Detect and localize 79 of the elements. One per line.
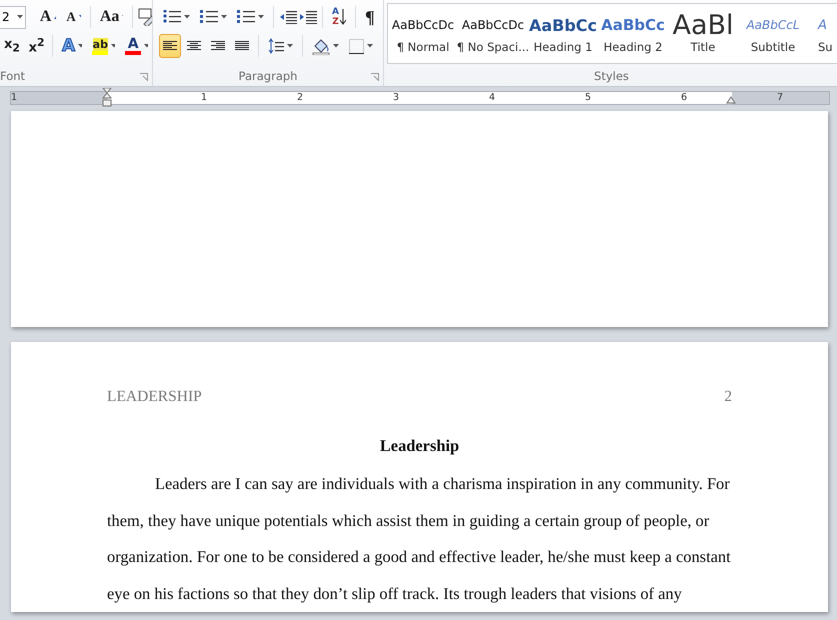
- align-left-button[interactable]: [159, 34, 181, 58]
- down-arrow-icon: [78, 15, 82, 19]
- dropdown-arrow-icon: [184, 15, 190, 19]
- style-preview: AaBl: [672, 10, 734, 40]
- paint-bucket-icon: [312, 38, 330, 54]
- style-name: ¶ No Spaci...: [456, 40, 530, 54]
- highlight-button[interactable]: ab: [88, 34, 120, 58]
- up-arrow-icon: [54, 15, 56, 19]
- dropdown-arrow-icon: [287, 44, 293, 48]
- style-item[interactable]: AaBbCc Heading 1: [528, 4, 598, 63]
- align-lines-icon: [163, 40, 177, 52]
- numbered-list-icon: [200, 10, 218, 24]
- group-label: Paragraph: [238, 68, 298, 85]
- ruler-number: 6: [680, 92, 688, 104]
- align-lines-icon: [235, 40, 249, 52]
- borders-icon: [349, 38, 364, 54]
- dialog-launcher-icon[interactable]: [140, 73, 148, 81]
- align-lines-icon: [187, 40, 201, 52]
- indent-marker-icon[interactable]: [102, 88, 112, 108]
- style-preview: AaBbCcDc: [462, 17, 524, 34]
- body-paragraph: Leaders are I can say are individuals with a charisma inspiration in any community. For them, they have unique potentials which assist them in guiding a certain group of people, or organization. For one to be considered a good and effective leader, he/she must keep a constant eye on his factions so that they don’t slip off track. Its trough leaders that visions of any: [107, 473, 732, 605]
- style-name: Heading 2: [604, 40, 662, 54]
- document-title: Leadership: [378, 436, 460, 456]
- increase-indent-icon[interactable]: [299, 10, 317, 24]
- multilevel-list-icon: [237, 10, 255, 24]
- grow-font-button[interactable]: A: [36, 5, 60, 29]
- decrease-indent-icon[interactable]: [279, 10, 297, 24]
- highlight-color-bar: [92, 50, 108, 54]
- font-color-bar: [125, 51, 142, 55]
- dropdown-arrow-icon: [333, 44, 339, 48]
- ruler-number: 7: [776, 92, 784, 104]
- shrink-font-button[interactable]: A: [62, 5, 86, 29]
- ruler-number: 1: [200, 92, 208, 104]
- right-indent-marker-icon[interactable]: [726, 96, 736, 104]
- style-preview: AaBbCcL: [746, 17, 800, 34]
- style-item[interactable]: AaBl Title: [668, 4, 738, 63]
- group-label: Font: [0, 68, 26, 85]
- subscript-button[interactable]: x$_{2}$: [0, 34, 23, 58]
- ruler-number: 3: [392, 92, 400, 104]
- style-item[interactable]: AaBbCcDc ¶ No Spaci...: [458, 4, 528, 63]
- dropdown-arrow-icon: [78, 44, 82, 48]
- down-arrow-icon: [340, 9, 346, 25]
- page-number: 2: [724, 388, 732, 406]
- bullet-list-icon: [163, 10, 181, 24]
- sort-button[interactable]: A Z: [328, 5, 350, 29]
- ruler-number: 2: [296, 92, 304, 104]
- change-case-button[interactable]: Aa: [96, 5, 127, 29]
- style-item[interactable]: AaBbCc Heading 2: [598, 4, 668, 63]
- style-preview: AaBbCc: [601, 15, 665, 36]
- dropdown-arrow-icon: [144, 44, 148, 48]
- running-header: LEADERSHIP: [107, 388, 202, 406]
- dialog-launcher-icon[interactable]: [371, 73, 379, 81]
- dropdown-arrow-icon: [258, 15, 264, 19]
- superscript-button[interactable]: x$^{2}$: [24, 34, 48, 58]
- style-item[interactable]: AaBbCcL Subtitle: [738, 4, 808, 63]
- style-name: Su: [818, 40, 833, 54]
- font-color-button[interactable]: A: [121, 34, 152, 58]
- style-name: ¶ Normal: [396, 40, 450, 54]
- style-name: Heading 1: [534, 40, 592, 54]
- ruler-number: 5: [584, 92, 592, 104]
- dropdown-arrow-icon: [367, 44, 373, 48]
- style-preview: A: [818, 16, 827, 34]
- dropdown-arrow-icon: [111, 44, 116, 48]
- style-name: Subtitle: [750, 40, 796, 54]
- style-item[interactable]: AaBbCcDc ¶ Normal: [388, 4, 458, 63]
- align-lines-icon: [211, 40, 225, 52]
- style-preview: AaBbCcDc: [392, 17, 454, 34]
- dropdown-arrow-icon: [221, 15, 227, 19]
- style-item[interactable]: A Su: [808, 4, 833, 63]
- style-name: Title: [690, 40, 716, 54]
- dropdown-arrow-icon: [16, 15, 23, 19]
- font-size-field[interactable]: 2: [0, 6, 26, 28]
- style-preview: AaBbCc: [528, 14, 598, 36]
- line-spacing-icon: [268, 38, 284, 54]
- ruler-number: 4: [488, 92, 496, 104]
- ruler-number: 1: [10, 92, 18, 104]
- show-formatting-button[interactable]: ¶: [361, 5, 383, 29]
- clear-formatting-icon[interactable]: [138, 8, 152, 26]
- group-label: Styles: [593, 68, 630, 85]
